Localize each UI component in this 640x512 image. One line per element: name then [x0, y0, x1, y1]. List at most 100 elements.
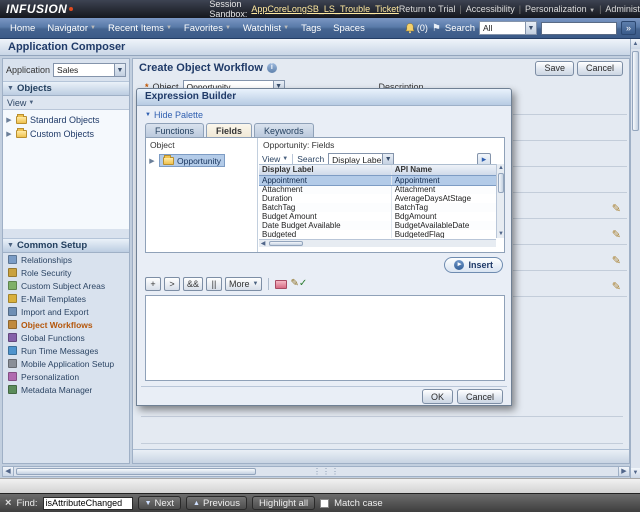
tree-item-opportunity[interactable]: ▶ Opportunity — [148, 154, 255, 167]
sidebar-item-role-security[interactable]: Role Security — [3, 266, 129, 279]
scroll-right-icon[interactable]: ▶ — [618, 467, 629, 476]
table-row[interactable]: BatchTag BatchTag — [259, 203, 496, 212]
more-operators-button[interactable]: More ▼ — [225, 277, 263, 291]
menu-tags[interactable]: Tags — [295, 21, 327, 36]
page-horizontal-scrollbar[interactable]: ◀ ⋮⋮⋮ ▶ — [2, 466, 630, 477]
close-icon[interactable]: × — [5, 497, 11, 509]
expression-textarea[interactable] — [145, 295, 505, 381]
cancel-button[interactable]: Cancel — [576, 60, 623, 76]
email-templates-icon — [8, 294, 17, 303]
collapse-icon[interactable]: ▼ — [7, 242, 14, 249]
menu-home[interactable]: Home — [4, 21, 41, 36]
scrollbar-thumb[interactable] — [269, 241, 303, 246]
highlight-all-button[interactable]: Highlight all — [251, 496, 316, 510]
edit-icon[interactable]: ✎ — [612, 204, 621, 215]
sidebar-item-personalization[interactable]: Personalization — [3, 370, 129, 383]
find-previous-button[interactable]: ▲ Previous — [186, 496, 247, 510]
cell-api-name: BudgetAvailableDate — [394, 221, 470, 230]
find-next-button[interactable]: ▼ Next — [137, 496, 182, 510]
insert-button[interactable]: ▸ Insert — [444, 257, 503, 273]
sidebar-item-email-templates[interactable]: E-Mail Templates — [3, 292, 129, 305]
accessibility-link[interactable]: Accessibility — [466, 4, 515, 14]
ok-button[interactable]: OK — [421, 389, 453, 404]
personalization-menu[interactable]: Personalization ▼ — [525, 4, 595, 14]
menu-spaces[interactable]: Spaces — [327, 21, 371, 36]
sidebar-item-mobile-application-setup[interactable]: Mobile Application Setup — [3, 357, 129, 370]
sidebar-item-object-workflows[interactable]: Object Workflows — [3, 318, 129, 331]
table-row[interactable]: Budget Amount BdgAmount — [259, 212, 496, 221]
expand-icon[interactable]: ▶ — [5, 116, 13, 124]
chevron-down-icon: ▼ — [224, 25, 231, 31]
operator-greater-than-button[interactable]: > — [164, 277, 180, 291]
return-to-trial-link[interactable]: Return to Trial — [399, 4, 456, 14]
search-scope-dropdown[interactable]: All ▼ — [479, 21, 537, 35]
table-vertical-scrollbar[interactable]: ▲ ▼ — [496, 164, 504, 238]
fields-view-menu[interactable]: View ▼ — [262, 154, 288, 164]
tab-fields[interactable]: Fields — [206, 123, 253, 138]
scrollbar-thumb[interactable] — [498, 173, 504, 193]
search-go-button[interactable]: » — [621, 21, 636, 35]
splitter-grip[interactable]: ⋮⋮⋮ — [313, 468, 340, 476]
table-horizontal-scrollbar[interactable]: ◀ — [259, 239, 496, 247]
scroll-left-icon[interactable]: ◀ — [259, 240, 267, 248]
application-dropdown[interactable]: Sales ▼ — [53, 63, 126, 77]
menu-favorites[interactable]: Favorites ▼ — [178, 21, 237, 36]
tree-item-standard-objects[interactable]: ▶ Standard Objects — [5, 113, 127, 127]
scroll-down-icon[interactable]: ▼ — [631, 468, 640, 478]
table-row[interactable]: Appointment Appointment — [259, 175, 496, 186]
operator-or-button[interactable]: || — [206, 277, 223, 291]
sidebar-item-custom-subject-areas[interactable]: Custom Subject Areas — [3, 279, 129, 292]
scrollbar-thumb[interactable] — [16, 468, 256, 475]
menubar-right: (0) ⚑ Search All ▼ » — [405, 21, 636, 35]
column-header-api-name[interactable]: API Name — [392, 165, 496, 175]
table-row[interactable]: Attachment Attachment — [259, 185, 496, 194]
administration-menu[interactable]: Administration ▼ — [605, 4, 640, 14]
form-row — [513, 141, 627, 167]
hide-palette-link[interactable]: ▼ Hide Palette — [145, 110, 203, 120]
scroll-up-icon[interactable]: ▲ — [497, 164, 505, 172]
cell-api-name: Appointment — [394, 176, 440, 185]
info-icon[interactable]: i — [266, 63, 277, 73]
objects-view-menu[interactable]: View ▼ — [3, 96, 129, 110]
match-case-checkbox[interactable] — [320, 498, 330, 508]
tab-functions[interactable]: Functions — [145, 123, 205, 138]
session-sandbox-link[interactable]: AppCoreLongSB_LS_Trouble_Ticket — [251, 4, 398, 14]
tree-item-custom-objects[interactable]: ▶ Custom Objects — [5, 127, 127, 141]
edit-icon[interactable]: ✎ — [612, 282, 621, 293]
table-row[interactable]: Duration AverageDaysAtStage — [259, 194, 496, 203]
sidebar-item-run-time-messages[interactable]: Run Time Messages — [3, 344, 129, 357]
global-search-input[interactable] — [541, 21, 617, 35]
operator-plus-button[interactable]: + — [145, 277, 161, 291]
tab-keywords[interactable]: Keywords — [254, 123, 314, 138]
sidebar-item-metadata-manager[interactable]: Metadata Manager — [3, 383, 129, 396]
edit-icon[interactable]: ✎ — [612, 230, 621, 241]
sidebar-item-relationships[interactable]: Relationships — [3, 253, 129, 266]
page-vertical-scrollbar[interactable]: ▲ ▼ — [630, 39, 640, 478]
sidebar-item-import-export[interactable]: Import and Export — [3, 305, 129, 318]
scroll-down-icon[interactable]: ▼ — [497, 230, 505, 238]
table-row[interactable]: Date Budget Available BudgetAvailableDat… — [259, 221, 496, 230]
validate-icon[interactable]: ✎✓ — [290, 278, 307, 290]
erase-icon[interactable] — [275, 279, 288, 289]
expand-icon[interactable]: ▶ — [148, 157, 156, 165]
scroll-left-icon[interactable]: ◀ — [3, 467, 14, 476]
column-header-display-label[interactable]: Display Label — [259, 165, 392, 175]
sidebar-item-label: E-Mail Templates — [21, 293, 87, 304]
edit-icon[interactable]: ✎ — [612, 256, 621, 267]
operator-and-button[interactable]: && — [183, 277, 204, 291]
notifications-button[interactable]: (0) — [405, 22, 428, 34]
table-row[interactable]: Budgeted BudgetedFlag — [259, 230, 496, 238]
sidebar-item-global-functions[interactable]: Global Functions — [3, 331, 129, 344]
save-button[interactable]: Save — [535, 60, 574, 76]
scrollbar-thumb[interactable] — [632, 51, 639, 131]
expand-icon[interactable]: ▶ — [5, 130, 13, 138]
collapse-icon[interactable]: ▼ — [7, 85, 14, 92]
menu-navigator[interactable]: Navigator ▼ — [41, 21, 102, 36]
menu-watchlist[interactable]: Watchlist ▼ — [237, 21, 295, 36]
scroll-up-icon[interactable]: ▲ — [631, 39, 640, 49]
find-input[interactable] — [42, 496, 133, 510]
menu-navigator-label: Navigator — [47, 22, 89, 34]
flag-icon[interactable]: ⚑ — [432, 23, 441, 34]
dialog-cancel-button[interactable]: Cancel — [456, 389, 503, 404]
menu-recent-items[interactable]: Recent Items ▼ — [102, 21, 178, 36]
